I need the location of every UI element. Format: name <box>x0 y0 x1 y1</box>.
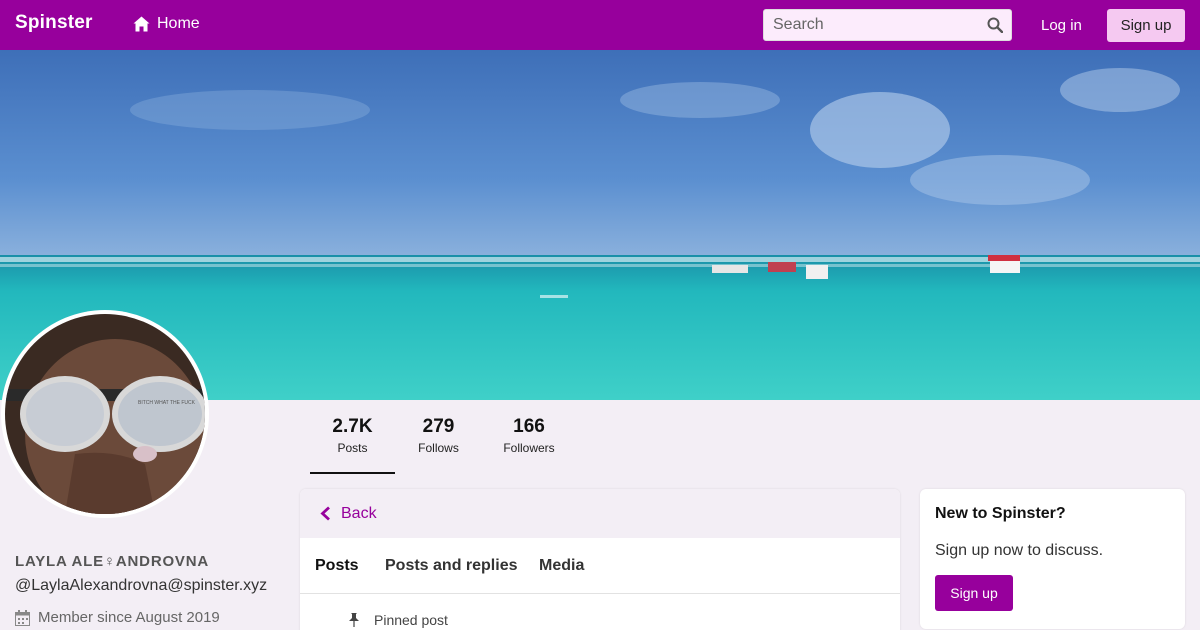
home-link[interactable]: Home <box>133 15 200 33</box>
pin-icon <box>349 613 359 627</box>
brand-logo[interactable]: Spinster <box>15 12 93 34</box>
profile-display-name: LAYLA ALE♀ANDROVNA <box>15 553 209 570</box>
profile-avatar[interactable]: BITCH WHAT THE FUCK <box>1 310 209 518</box>
follows-label: Follows <box>418 441 459 455</box>
signup-promo-title: New to Spinster? <box>935 505 1066 522</box>
member-since-text: Member since August 2019 <box>38 609 220 626</box>
stat-followers[interactable]: 166 Followers <box>486 416 572 455</box>
home-label: Home <box>157 15 200 32</box>
back-label: Back <box>341 504 377 522</box>
top-navbar: Spinster Home Log in Sign up <box>0 0 1200 50</box>
stat-follows[interactable]: 279 Follows <box>396 416 481 455</box>
followers-label: Followers <box>503 441 555 455</box>
search-input[interactable] <box>764 10 979 40</box>
stat-posts[interactable]: 2.7K Posts <box>310 416 395 474</box>
search-icon[interactable] <box>987 17 1003 33</box>
timeline-tabs: Posts Posts and replies Media <box>300 538 900 594</box>
signup-promo-text: Sign up now to discuss. <box>935 542 1104 559</box>
pinned-post-indicator: Pinned post <box>348 612 448 628</box>
tab-posts[interactable]: Posts <box>315 557 359 575</box>
tab-posts-and-replies[interactable]: Posts and replies <box>385 557 518 575</box>
followers-count: 166 <box>513 416 545 437</box>
tab-media[interactable]: Media <box>539 557 584 575</box>
posts-count: 2.7K <box>332 416 373 437</box>
pinned-post-label: Pinned post <box>374 612 448 628</box>
signup-button-top[interactable]: Sign up <box>1107 9 1185 42</box>
posts-label: Posts <box>337 441 368 455</box>
login-link[interactable]: Log in <box>1041 17 1082 34</box>
home-icon <box>133 16 150 32</box>
timeline-card: Back Posts Posts and replies Media Pinne… <box>300 489 900 630</box>
signup-promo-card: New to Spinster? Sign up now to discuss.… <box>920 489 1185 629</box>
member-since: Member since August 2019 <box>15 609 220 626</box>
search-box <box>763 9 1012 41</box>
chevron-left-icon <box>320 506 330 521</box>
calendar-icon <box>15 609 30 626</box>
back-button[interactable]: Back <box>300 489 900 538</box>
sunglasses-text: BITCH WHAT THE FUCK <box>138 400 196 406</box>
signup-button-sidebar[interactable]: Sign up <box>935 575 1013 611</box>
follows-count: 279 <box>422 416 455 437</box>
profile-handle: @LaylaAlexandrovna@spinster.xyz <box>15 577 268 594</box>
